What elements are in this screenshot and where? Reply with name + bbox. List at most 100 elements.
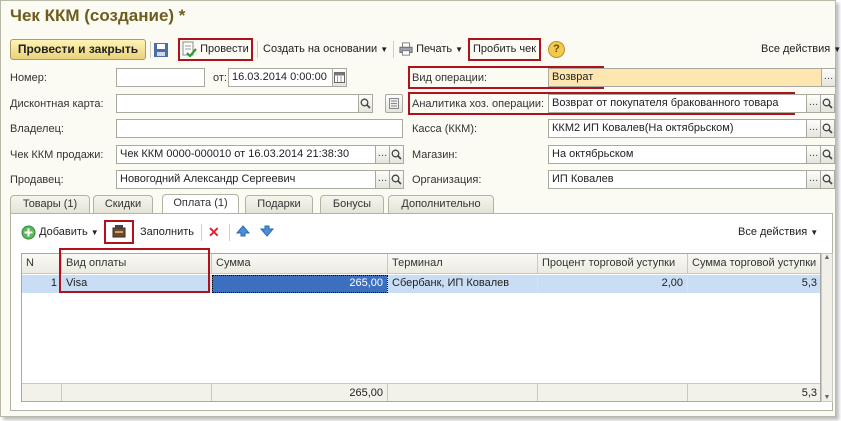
add-label: Добавить	[39, 226, 88, 238]
toolbar-separator	[150, 41, 151, 58]
grid-vertical-scrollbar[interactable]: ▲ ▼	[821, 253, 833, 402]
document-list-icon	[389, 98, 399, 109]
create-based-on-label: Создать на основании	[263, 43, 378, 55]
post-and-close-button[interactable]: Провести и закрыть	[10, 39, 146, 60]
sale-receipt-label: Чек ККМ продажи:	[10, 149, 104, 161]
search-icon	[391, 174, 402, 185]
help-icon[interactable]: ?	[548, 41, 565, 58]
search-icon	[822, 98, 833, 109]
column-header-amount[interactable]: Сумма	[212, 254, 388, 274]
cell-terminal[interactable]: Сбербанк, ИП Ковалев	[388, 275, 538, 293]
store-select-button[interactable]: …	[806, 145, 821, 164]
delete-icon[interactable]: ✕	[208, 225, 220, 246]
post-document-icon	[182, 41, 197, 58]
all-actions-label: Все действия	[761, 43, 831, 55]
toolbar-separator	[229, 224, 230, 241]
window-title: Чек ККМ (создание) *	[10, 6, 186, 25]
search-icon	[822, 174, 833, 185]
number-field[interactable]	[116, 68, 205, 87]
move-down-button[interactable]	[259, 224, 275, 245]
organization-field[interactable]: ИП Ковалев	[548, 170, 807, 189]
search-icon	[822, 149, 833, 160]
column-header-n[interactable]: N	[22, 254, 62, 274]
tab-gifts[interactable]: Подарки	[245, 195, 313, 213]
card-info-button[interactable]	[385, 94, 403, 113]
tab-discounts[interactable]: Скидки	[93, 195, 153, 213]
add-icon	[21, 225, 36, 240]
toolbar-separator	[201, 224, 202, 241]
analytics-open-button[interactable]	[820, 94, 835, 113]
cash-register-button[interactable]	[111, 223, 127, 239]
footer-discount-total: 5,3	[688, 383, 820, 401]
cashbox-field[interactable]: ККМ2 ИП Ковалев(На октябрьском)	[548, 119, 807, 138]
receipt-window: Чек ККМ (создание) * Провести и закрыть …	[0, 0, 841, 417]
store-open-button[interactable]	[820, 145, 835, 164]
punch-receipt-button[interactable]: Пробить чек	[473, 39, 536, 60]
sale-receipt-open-button[interactable]	[389, 145, 404, 164]
fill-button[interactable]: Заполнить	[140, 222, 194, 243]
dropdown-arrow-icon: ▼	[833, 45, 841, 54]
number-label: Номер:	[10, 72, 47, 84]
all-actions-menu[interactable]: Все действия ▼	[761, 39, 841, 60]
analytics-field[interactable]: Возврат от покупателя бракованного товар…	[548, 94, 807, 113]
cell-n: 1	[22, 275, 62, 293]
discount-card-label: Дисконтная карта:	[10, 98, 104, 110]
seller-field[interactable]: Новогодний Александр Сергеевич	[116, 170, 376, 189]
operation-type-field[interactable]: Возврат	[548, 68, 822, 87]
owner-field[interactable]	[116, 119, 403, 138]
search-icon	[360, 98, 371, 109]
tab-additional[interactable]: Дополнительно	[388, 195, 494, 213]
operation-type-select-button[interactable]: …	[821, 68, 836, 87]
column-header-discount-sum[interactable]: Сумма торговой уступки	[688, 254, 820, 274]
column-header-percent[interactable]: Процент торговой уступки	[538, 254, 688, 274]
organization-select-button[interactable]: …	[806, 170, 821, 189]
toolbar-separator	[393, 41, 394, 58]
analytics-select-button[interactable]: …	[806, 94, 821, 113]
post-button[interactable]: Провести	[181, 39, 249, 60]
cell-percent[interactable]: 2,00	[538, 275, 688, 293]
dropdown-arrow-icon: ▼	[810, 228, 819, 237]
save-button[interactable]	[153, 40, 169, 61]
search-icon	[391, 149, 402, 160]
post-label: Провести	[200, 43, 249, 55]
print-menu[interactable]: Печать ▼	[399, 39, 463, 60]
move-up-button[interactable]	[235, 224, 251, 245]
organization-open-button[interactable]	[820, 170, 835, 189]
seller-label: Продавец:	[10, 174, 64, 186]
printer-icon	[399, 42, 413, 56]
cashbox-select-button[interactable]: …	[806, 119, 821, 138]
search-icon	[822, 123, 833, 134]
payment-type-highlight	[59, 248, 210, 293]
tab-bonuses[interactable]: Бонусы	[320, 195, 384, 213]
arrow-up-icon	[235, 225, 251, 237]
scroll-down-icon[interactable]: ▼	[822, 394, 832, 401]
column-header-terminal[interactable]: Терминал	[388, 254, 538, 274]
calendar-button[interactable]	[332, 68, 347, 87]
toolbar-separator	[257, 41, 258, 58]
organization-label: Организация:	[412, 174, 482, 186]
footer-cell	[388, 383, 538, 401]
cell-amount[interactable]: 265,00	[212, 275, 388, 293]
create-based-on-menu[interactable]: Создать на основании ▼	[263, 39, 388, 60]
seller-select-button[interactable]: …	[375, 170, 390, 189]
footer-cell	[62, 383, 212, 401]
cashbox-open-button[interactable]	[820, 119, 835, 138]
dropdown-arrow-icon: ▼	[455, 45, 464, 54]
discount-card-field[interactable]	[116, 94, 359, 113]
sale-receipt-select-button[interactable]: …	[375, 145, 390, 164]
footer-amount-total: 265,00	[212, 383, 388, 401]
cell-discount-sum[interactable]: 5,3	[688, 275, 820, 293]
tab-payment[interactable]: Оплата (1)	[162, 194, 239, 214]
tab-goods[interactable]: Товары (1)	[10, 195, 90, 213]
store-field[interactable]: На октябрьском	[548, 145, 807, 164]
cashbox-label: Касса (ККМ):	[412, 123, 478, 135]
add-menu[interactable]: Добавить ▼	[21, 222, 99, 243]
sale-receipt-field[interactable]: Чек ККМ 0000-000010 от 16.03.2014 21:38:…	[116, 145, 376, 164]
dropdown-arrow-icon: ▼	[380, 45, 389, 54]
discount-card-search-button[interactable]	[358, 94, 373, 113]
scroll-up-icon[interactable]: ▲	[822, 254, 832, 261]
seller-open-button[interactable]	[389, 170, 404, 189]
payment-panel: Добавить ▼ Заполнить ✕ Все действия ▼ N …	[10, 213, 833, 411]
grid-all-actions-menu[interactable]: Все действия ▼	[738, 222, 818, 243]
date-field[interactable]: 16.03.2014 0:00:00	[228, 68, 333, 87]
